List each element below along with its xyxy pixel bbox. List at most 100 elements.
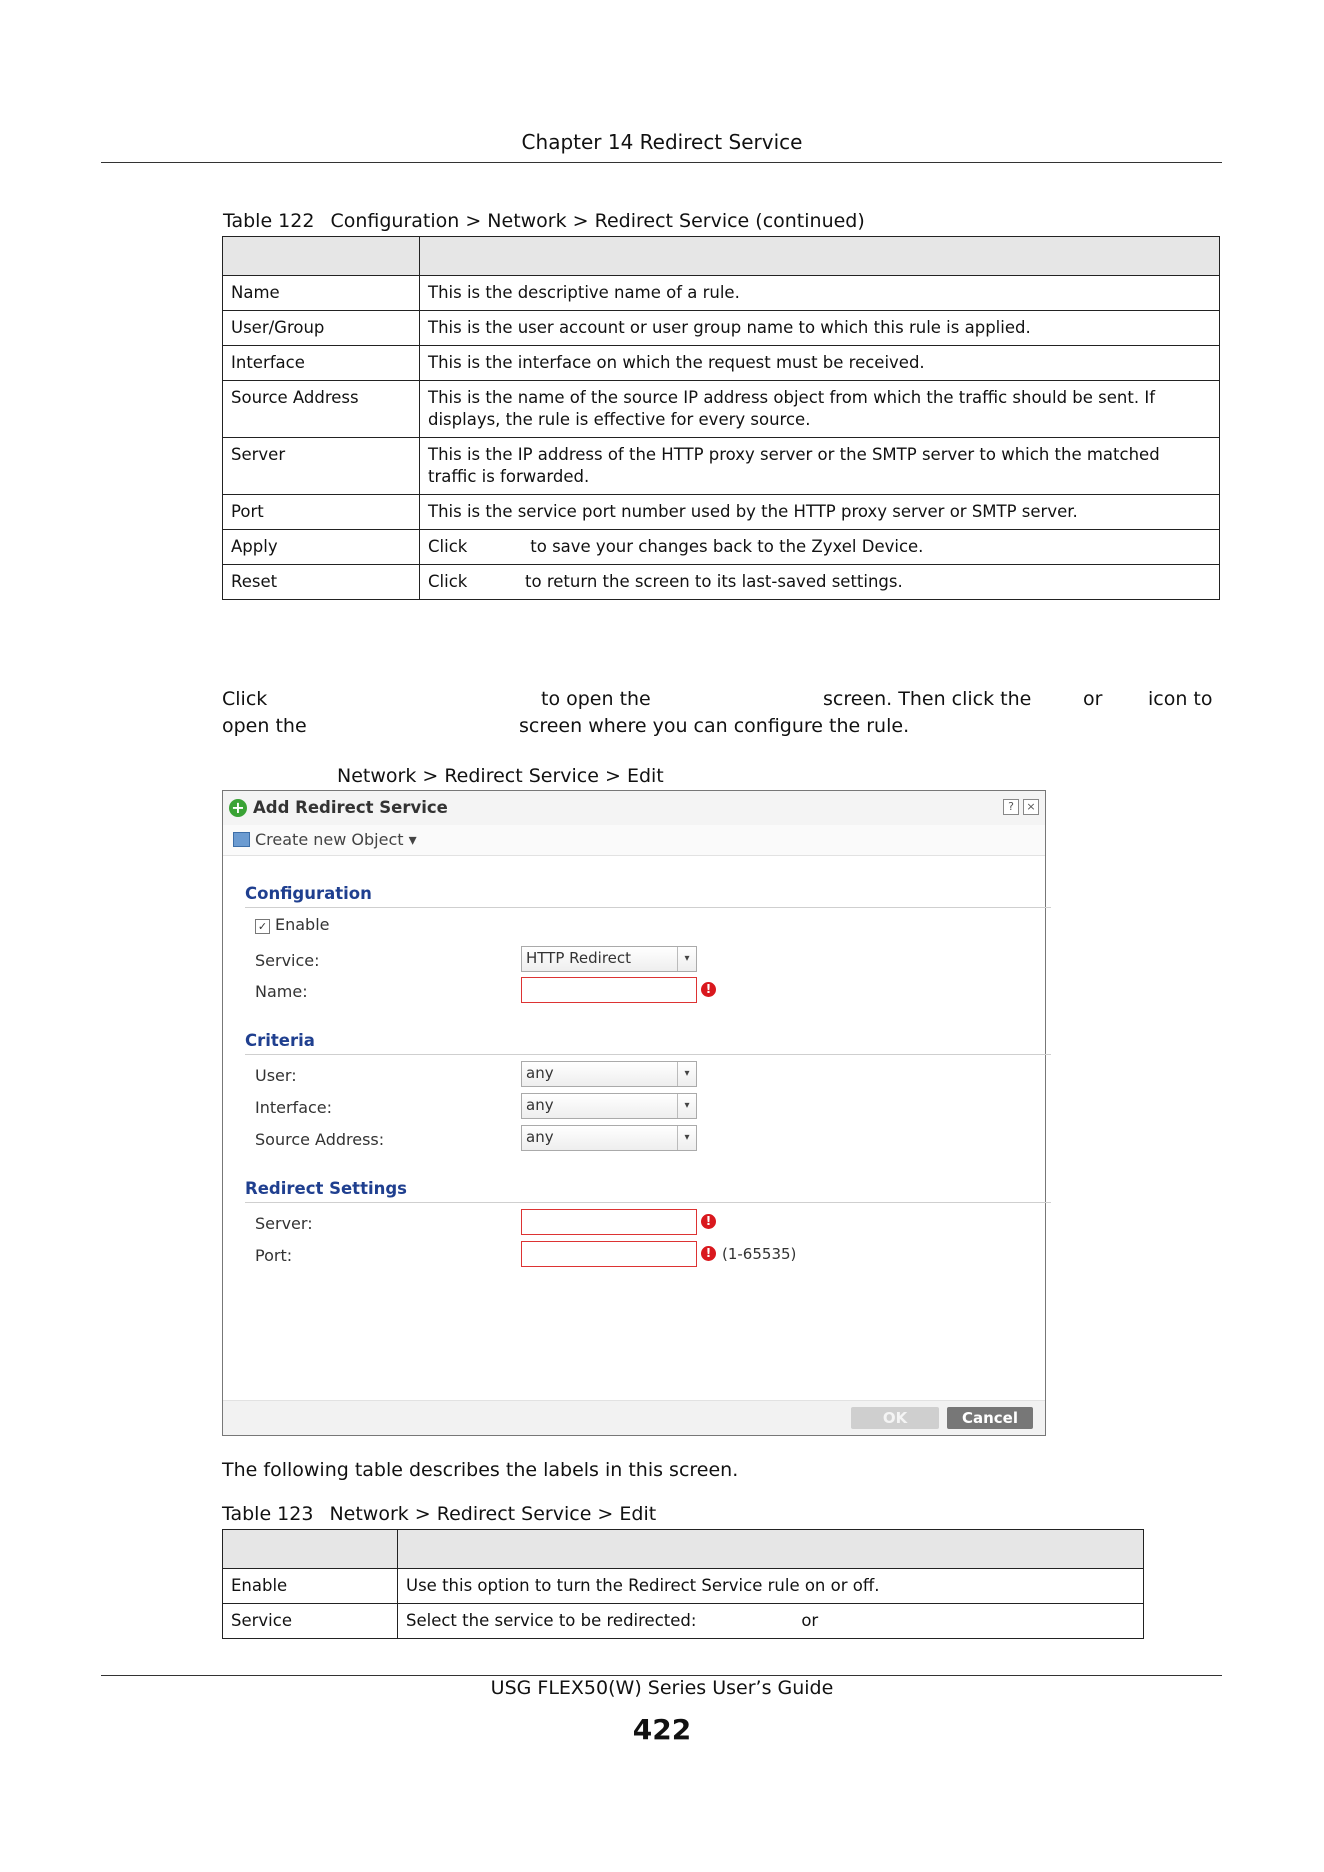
section-divider	[245, 1054, 1051, 1055]
chevron-down-icon: ▾	[677, 1062, 696, 1086]
table-header-row	[222, 1529, 1144, 1569]
row-label: Interface	[222, 345, 420, 381]
add-icon: +	[229, 799, 247, 817]
row-desc: Select the service to be redirected: or	[397, 1603, 1144, 1639]
source-address-label: Source Address:	[255, 1130, 385, 1149]
table-row: Service Select the service to be redirect…	[222, 1603, 1144, 1639]
service-label: Service:	[255, 951, 320, 970]
dialog-toolbar: Create new Object ▾	[223, 825, 1045, 856]
help-icon[interactable]: ?	[1003, 799, 1019, 815]
dialog-footer: OK Cancel	[223, 1400, 1045, 1435]
row-label: Service	[222, 1603, 398, 1639]
table-number: Table 122	[223, 210, 315, 232]
server-label: Server:	[255, 1214, 313, 1233]
paragraph-word: screen where you can configure the rule.	[519, 715, 910, 737]
row-desc: This is the IP address of the HTTP proxy…	[419, 437, 1220, 495]
row-desc: Click to return the screen to its last-s…	[419, 564, 1220, 600]
object-icon	[233, 832, 250, 847]
row-label: Reset	[222, 564, 420, 600]
table-row: Apply Click to save your changes back to …	[222, 529, 1220, 565]
row-desc: This is the interface on which the reque…	[419, 345, 1220, 381]
table-row: Reset Click to return the screen to its l…	[222, 564, 1220, 600]
table-row: User/Group This is the user account or us…	[222, 310, 1220, 346]
table-title: Network > Redirect Service > Edit	[329, 1503, 657, 1525]
enable-checkbox[interactable]: ✓	[255, 919, 270, 934]
user-value: any	[526, 1064, 554, 1082]
section-criteria: Criteria	[245, 1031, 315, 1050]
service-value: HTTP Redirect	[526, 949, 632, 967]
dialog-title: Add Redirect Service	[253, 798, 448, 817]
error-icon: !	[701, 982, 716, 997]
chevron-down-icon: ▾	[677, 947, 696, 971]
name-input[interactable]	[521, 977, 697, 1003]
chevron-down-icon: ▾	[677, 1126, 696, 1150]
table-row: Source Address This is the name of the so…	[222, 380, 1220, 438]
table-number: Table 123	[222, 1503, 314, 1525]
row-label: Server	[222, 437, 420, 495]
paragraph-word: or	[1083, 688, 1103, 710]
table-row: Interface This is the interface on which …	[222, 345, 1220, 381]
table-row: Enable Use this option to turn the Redire…	[222, 1568, 1144, 1604]
enable-label: Enable	[275, 915, 330, 934]
table-caption: Table 122 Configuration > Network > Redir…	[223, 210, 865, 232]
row-desc: This is the service port number used by …	[419, 494, 1220, 530]
description-table: Enable Use this option to turn the Redire…	[222, 1529, 1144, 1639]
paragraph-word: screen. Then click the	[823, 688, 1032, 710]
interface-value: any	[526, 1096, 554, 1114]
guide-title: USG FLEX50(W) Series User’s Guide	[490, 1677, 834, 1699]
row-label: Port	[222, 494, 420, 530]
section-redirect-settings: Redirect Settings	[245, 1179, 407, 1198]
paragraph-word: open the	[222, 715, 307, 737]
ok-button[interactable]: OK	[851, 1407, 939, 1429]
figure-caption: Network > Redirect Service > Edit	[337, 765, 664, 787]
close-icon[interactable]: ×	[1023, 799, 1039, 815]
row-label: Source Address	[222, 380, 420, 438]
interface-select[interactable]: any ▾	[521, 1093, 697, 1119]
add-redirect-service-dialog: + Add Redirect Service ? × Create new Ob…	[222, 790, 1051, 1436]
user-label: User:	[255, 1066, 297, 1085]
table-row: Port This is the service port number used…	[222, 494, 1220, 530]
section-configuration: Configuration	[245, 884, 372, 903]
row-desc: This is the user account or user group n…	[419, 310, 1220, 346]
row-label: User/Group	[222, 310, 420, 346]
interface-label: Interface:	[255, 1098, 333, 1117]
row-desc: This is the descriptive name of a rule.	[419, 275, 1220, 311]
chapter-title: Chapter 14 Redirect Service	[521, 130, 803, 154]
table-row: Name This is the descriptive name of a ru…	[222, 275, 1220, 311]
chevron-down-icon: ▾	[677, 1094, 696, 1118]
table-caption: Table 123 Network > Redirect Service > Ed…	[222, 1503, 656, 1525]
row-label: Apply	[222, 529, 420, 565]
header-cell	[222, 1529, 398, 1569]
port-range-hint: (1-65535)	[722, 1245, 797, 1263]
paragraph-word: icon to	[1148, 688, 1213, 710]
name-label: Name:	[255, 982, 308, 1001]
description-table: Name This is the descriptive name of a ru…	[222, 236, 1220, 600]
header-cell	[419, 236, 1220, 276]
cancel-button[interactable]: Cancel	[947, 1407, 1033, 1429]
row-desc: Use this option to turn the Redirect Ser…	[397, 1568, 1144, 1604]
table-intro: The following table describes the labels…	[222, 1459, 739, 1481]
create-new-object-button[interactable]: Create new Object ▾	[255, 830, 417, 849]
row-desc: This is the name of the source IP addres…	[419, 380, 1220, 438]
server-input[interactable]	[521, 1209, 697, 1235]
section-divider	[245, 1202, 1051, 1203]
port-label: Port:	[255, 1246, 293, 1265]
source-address-value: any	[526, 1128, 554, 1146]
table-header-row	[222, 236, 1220, 276]
header-cell	[397, 1529, 1144, 1569]
header-rule	[101, 162, 1222, 163]
service-select[interactable]: HTTP Redirect ▾	[521, 946, 697, 972]
row-desc: Click to save your changes back to the Z…	[419, 529, 1220, 565]
header-cell	[222, 236, 420, 276]
paragraph-word: Click	[222, 688, 268, 710]
user-select[interactable]: any ▾	[521, 1061, 697, 1087]
row-label: Name	[222, 275, 420, 311]
paragraph-word: to open the	[541, 688, 651, 710]
source-address-select[interactable]: any ▾	[521, 1125, 697, 1151]
page-number: 422	[632, 1713, 692, 1746]
table-title: Configuration > Network > Redirect Servi…	[330, 210, 865, 232]
port-input[interactable]	[521, 1241, 697, 1267]
row-label: Enable	[222, 1568, 398, 1604]
dialog-header: + Add Redirect Service ? ×	[223, 791, 1045, 826]
section-divider	[245, 907, 1051, 908]
